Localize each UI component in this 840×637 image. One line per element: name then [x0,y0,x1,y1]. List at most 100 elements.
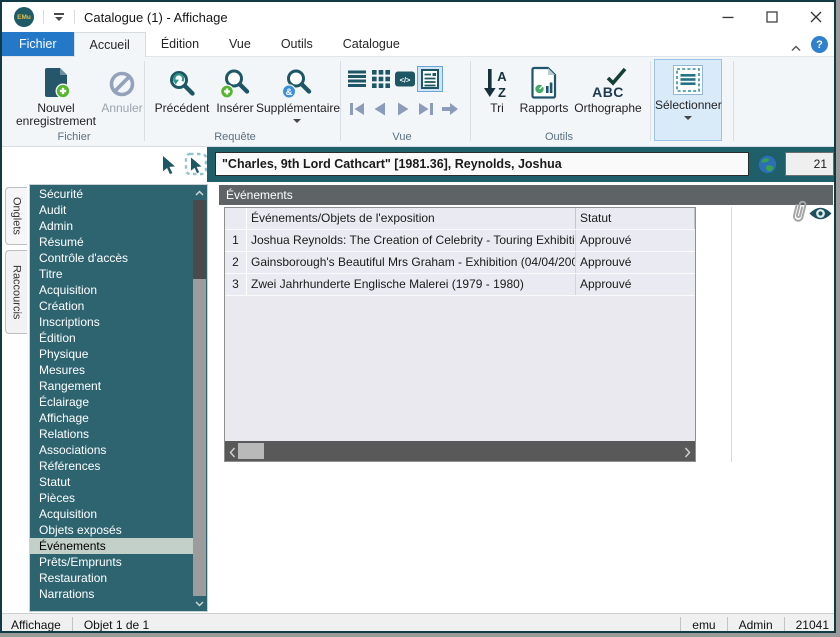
side-tab-onglets[interactable]: Onglets [5,187,27,245]
sidebar-item[interactable]: Éclairage [30,394,193,410]
side-tab-raccourcis[interactable]: Raccourcis [5,250,27,334]
sidebar-item[interactable]: Associations [30,442,193,458]
scroll-up-icon[interactable] [193,186,206,199]
titlebar-divider [43,10,44,24]
previous-record-button [369,98,391,120]
sidebar-item[interactable]: Narrations [30,586,193,602]
sidebar-item-selected[interactable]: Événements [30,538,193,554]
close-icon [810,11,822,23]
scroll-down-icon[interactable] [193,597,206,610]
sidebar-item[interactable]: Physique [30,346,193,362]
column-header-statut[interactable]: Statut [576,208,695,229]
sidebar-scrollbar[interactable] [193,186,206,610]
maximize-button[interactable] [750,2,794,32]
group-separator [144,61,145,141]
new-record-icon [12,60,100,100]
form-view-button[interactable] [417,66,443,92]
view-attachment-eye-icon[interactable] [808,205,833,227]
event-cell[interactable]: Gainsborough's Beautiful Mrs Graham - Ex… [247,252,576,273]
sidebar-scroll-track[interactable] [193,200,206,596]
spelling-button[interactable]: ABC Orthographe [572,60,644,115]
close-button[interactable] [794,2,834,32]
select-mode-icon[interactable] [184,152,208,181]
record-summary-field[interactable]: "Charles, 9th Lord Cathcart" [1981.36], … [215,152,749,176]
cancel-button: Annuler [100,60,144,115]
collapse-ribbon-icon[interactable] [790,39,802,57]
sidebar-item[interactable]: Sécurité [30,186,193,202]
new-record-button[interactable]: Nouvel enregistrement [12,60,100,128]
code-view-button[interactable]: </> [394,68,416,90]
sidebar-item[interactable]: Relations [30,426,193,442]
table-scroll-thumb[interactable] [238,443,264,459]
attachment-paperclip-icon[interactable] [788,197,810,232]
list-view-icon [348,70,366,87]
reports-button[interactable]: Rapports [518,60,570,115]
sidebar-item[interactable]: Résumé [30,234,193,250]
sidebar-item[interactable]: Pièces [30,490,193,506]
sidebar-item[interactable]: Acquisition [30,506,193,522]
cursor-arrow-icon[interactable] [159,154,179,180]
sidebar-item[interactable]: Inscriptions [30,314,193,330]
next-record-icon [398,102,409,116]
sidebar-item[interactable]: Création [30,298,193,314]
group-label-vue: Vue [392,131,412,143]
sort-button[interactable]: A Z Tri [478,60,516,115]
sidebar-item[interactable]: Acquisition [30,282,193,298]
sidebar-item[interactable]: Titre [30,266,193,282]
sidebar-item[interactable]: Statut [30,474,193,490]
sidebar-item[interactable]: Prêts/Emprunts [30,554,193,570]
table-row[interactable]: 3 Zwei Jahrhunderte Englische Malerei (1… [225,274,695,296]
minimize-button[interactable] [706,2,750,32]
sidebar-item[interactable]: Rangement [30,378,193,394]
window-title: Catalogue (1) - Affichage [84,9,228,25]
sidebar-item[interactable]: Édition [30,330,193,346]
select-button-label: Sélectionner [655,98,722,112]
sidebar-scroll-thumb[interactable] [193,279,206,596]
ribbon: Nouvel enregistrement Annuler Fichier Pr… [2,57,834,147]
table-horizontal-scrollbar[interactable] [225,441,695,461]
status-cell[interactable]: Approuvé [576,274,695,295]
quick-access-dropdown-icon[interactable] [53,12,65,23]
tab-catalogue[interactable]: Catalogue [328,32,415,56]
tab-accueil[interactable]: Accueil [73,32,146,57]
tab-edition[interactable]: Édition [146,32,214,56]
tab-outils[interactable]: Outils [266,32,328,56]
tab-vue[interactable]: Vue [214,32,266,56]
table-row[interactable]: 1 Joshua Reynolds: The Creation of Celeb… [225,230,695,252]
status-cell[interactable]: Approuvé [576,230,695,251]
ampersand-glyph: & [286,87,293,98]
event-cell[interactable]: Zwei Jahrhunderte Englische Malerei (197… [247,274,576,295]
table-header-row: Événements/Objets de l'exposition Statut [225,208,695,230]
status-port: 21041 [795,617,829,632]
sidebar-item[interactable]: Affichage [30,410,193,426]
event-cell[interactable]: Joshua Reynolds: The Creation of Celebri… [247,230,576,251]
table-empty-area [225,296,695,441]
last-record-button [415,98,437,120]
tab-fichier[interactable]: Fichier [2,32,74,56]
status-cell[interactable]: Approuvé [576,252,695,273]
form-view-icon [421,69,439,89]
group-label-fichier: Fichier [57,131,91,143]
list-view-button[interactable] [346,68,368,90]
search-more-button[interactable]: & Supplémentaire [256,60,340,123]
sidebar-item[interactable]: Mesures [30,362,193,378]
sidebar-item[interactable]: Admin [30,218,193,234]
group-separator [470,61,471,141]
sidebar-item[interactable]: Audit [30,202,193,218]
sidebar-item[interactable]: Objets exposés [30,522,193,538]
content-area: Onglets Raccourcis Sécurité Audit Admin … [2,182,834,613]
sidebar-item[interactable]: Restauration [30,570,193,586]
grid-view-button[interactable] [370,68,392,90]
table-row[interactable]: 2 Gainsborough's Beautiful Mrs Graham - … [225,252,695,274]
scroll-left-icon[interactable] [229,445,236,463]
select-button[interactable]: Sélectionner [654,59,722,141]
column-header-event[interactable]: Événements/Objets de l'exposition [247,208,576,229]
app-window: EMu Catalogue (1) - Affichage Fichier Ac… [0,0,836,633]
help-button[interactable]: ? [811,36,828,53]
sidebar-item[interactable]: Contrôle d'accès [30,250,193,266]
scroll-right-icon[interactable] [684,445,691,463]
globe-icon[interactable] [758,155,777,179]
search-previous-button[interactable]: Précédent [150,60,214,115]
sidebar-item[interactable]: Références [30,458,193,474]
search-insert-button[interactable]: Insérer [214,60,256,115]
